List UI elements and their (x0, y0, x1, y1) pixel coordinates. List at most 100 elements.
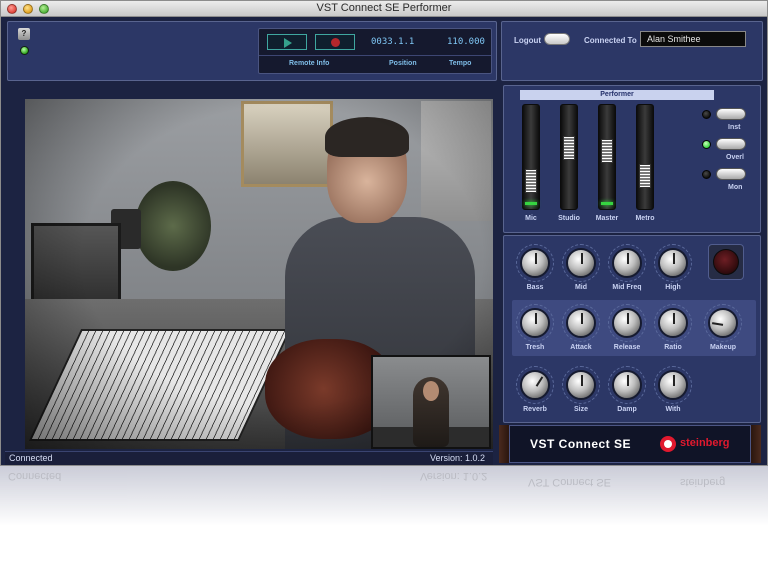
mid-freq-label: Mid Freq (612, 284, 642, 291)
help-button[interactable]: ? (18, 28, 30, 40)
fader-metro-thumb[interactable] (639, 164, 651, 188)
position-readout: 0033.1.1 (371, 37, 415, 47)
performer-title: Performer (520, 90, 714, 100)
makeup-label: Makeup (709, 344, 737, 351)
fader-master[interactable] (598, 104, 616, 210)
tresh-label: Tresh (525, 344, 545, 351)
play-icon (284, 38, 292, 48)
mon-led-icon (702, 170, 711, 179)
transport-divider (259, 55, 491, 56)
connection-status: Connected (9, 453, 53, 463)
makeup-knob-pointer (711, 322, 724, 326)
mid-knob[interactable] (566, 248, 596, 278)
effects-panel: Bass Mid Mid Freq High Tresh Attack Rele… (503, 235, 761, 423)
reflection-status: Connected (8, 470, 62, 482)
mon-toggle-button[interactable] (716, 168, 746, 180)
fader-studio[interactable] (560, 104, 578, 210)
fader-mic-led-icon (525, 202, 537, 205)
reflection-product: VST Connect SE (528, 476, 611, 488)
inst-led-icon (702, 110, 711, 119)
high-label: High (665, 284, 681, 291)
fader-master-thumb[interactable] (601, 138, 613, 163)
release-knob[interactable] (612, 308, 642, 338)
fader-studio-thumb[interactable] (563, 135, 575, 160)
product-name: VST Connect SE (530, 437, 632, 451)
mid-label: Mid (574, 284, 588, 291)
logout-button[interactable] (544, 33, 570, 45)
tempo-readout: 110.000 (447, 37, 485, 47)
steinberg-logo-icon (660, 436, 676, 452)
brand-left-cap (499, 425, 509, 463)
high-knob-pointer (673, 253, 675, 264)
ratio-knob[interactable] (658, 308, 688, 338)
makeup-knob[interactable] (708, 308, 738, 338)
inst-label: Inst (728, 124, 741, 131)
high-knob[interactable] (658, 248, 688, 278)
brand-right-cap (751, 425, 761, 463)
ratio-knob-pointer (673, 313, 675, 324)
fader-metro-label: Metro (635, 215, 655, 222)
attack-knob-pointer (581, 313, 583, 324)
fader-metro[interactable] (636, 104, 654, 210)
attack-label: Attack (570, 344, 592, 351)
fader-mic-thumb[interactable] (525, 169, 537, 194)
transport-display: 0033.1.1 110.000 Remote Info Position Te… (258, 28, 492, 74)
release-label: Release (613, 344, 641, 351)
reflection-version: Version: 1.0.2 (420, 470, 488, 482)
attack-knob[interactable] (566, 308, 596, 338)
reverb-knob[interactable] (520, 370, 550, 400)
version-label: Version: 1.0.2 (429, 453, 485, 463)
mon-label: Mon (728, 184, 743, 191)
size-label: Size (573, 406, 588, 413)
top-transport-panel: ? 0033.1.1 110.000 Remote Info Position … (7, 21, 497, 81)
logout-label: Logout (514, 36, 542, 45)
performer-panel: Performer Mic Studio Master Metro Inst O… (503, 85, 761, 233)
inst-toggle-button[interactable] (716, 108, 746, 120)
pitch-meter[interactable] (708, 244, 744, 280)
position-label: Position (389, 60, 417, 67)
size-knob[interactable] (566, 370, 596, 400)
connected-user-field: Alan Smithee (640, 31, 746, 47)
connected-to-label: Connected To (584, 36, 637, 45)
record-icon (331, 38, 340, 47)
play-button[interactable] (267, 34, 307, 50)
ratio-label: Ratio (664, 344, 682, 351)
bass-knob-pointer (535, 253, 537, 264)
mid-freq-knob[interactable] (612, 248, 642, 278)
overl-led-icon (702, 140, 711, 149)
company-name: steinberg (680, 437, 730, 449)
remote-info-label[interactable]: Remote Info (289, 60, 329, 67)
window-reflection: Connected Version: 1.0.2 VST Connect SE … (0, 466, 768, 526)
reflection-company: steinberg (680, 476, 726, 488)
pitch-meter-icon (713, 249, 739, 275)
status-bar: Connected Version: 1.0.2 (5, 451, 493, 465)
with-knob[interactable] (658, 370, 688, 400)
tempo-label: Tempo (449, 60, 472, 67)
mid-freq-knob-pointer (627, 253, 629, 264)
reverb-knob-pointer (535, 376, 544, 387)
record-button[interactable] (315, 34, 355, 50)
title-bar: VST Connect SE Performer (1, 1, 767, 17)
fader-master-led-icon (601, 202, 613, 205)
picture-in-picture-video[interactable] (371, 355, 491, 449)
with-knob-pointer (673, 375, 675, 386)
fader-mic[interactable] (522, 104, 540, 210)
damp-knob[interactable] (612, 370, 642, 400)
pip-face (423, 381, 439, 401)
bass-label: Bass (526, 284, 544, 291)
release-knob-pointer (627, 313, 629, 324)
overl-toggle-button[interactable] (716, 138, 746, 150)
bass-knob[interactable] (520, 248, 550, 278)
damp-knob-pointer (627, 375, 629, 386)
app-window: VST Connect SE Performer ? 0033.1.1 110.… (0, 0, 768, 466)
brand-panel: VST Connect SE steinberg (509, 425, 751, 463)
tresh-knob-pointer (535, 313, 537, 324)
fader-studio-label: Studio (558, 215, 580, 222)
window-title: VST Connect SE Performer (316, 2, 452, 14)
fader-mic-label: Mic (525, 215, 537, 222)
reverb-label: Reverb (523, 406, 547, 413)
tresh-knob[interactable] (520, 308, 550, 338)
connection-led-icon (20, 46, 29, 55)
with-label: With (665, 406, 681, 413)
steinberg-mark (664, 440, 672, 448)
